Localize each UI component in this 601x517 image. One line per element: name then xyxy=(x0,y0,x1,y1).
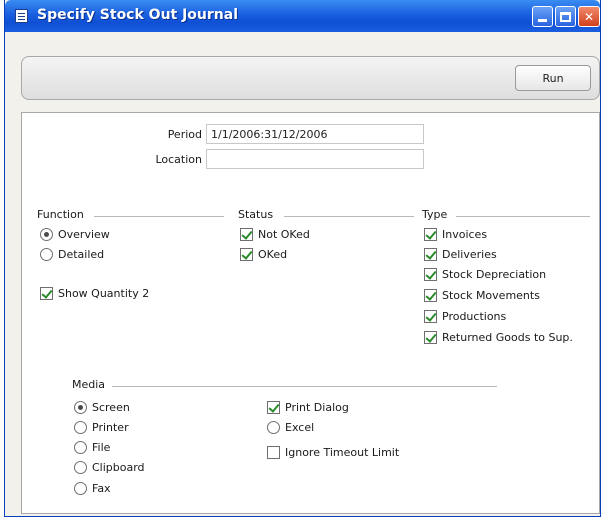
run-button[interactable]: Run xyxy=(515,65,591,91)
checkbox-checked-icon xyxy=(240,248,253,261)
option-label: Fax xyxy=(92,482,111,495)
dialog-window: Specify Stock Out Journal ✕ Run Period L… xyxy=(4,0,601,517)
type-option-invoices[interactable]: Invoices xyxy=(424,228,487,241)
option-label: Overview xyxy=(58,228,110,241)
checkbox-checked-icon xyxy=(424,310,437,323)
option-label: Excel xyxy=(285,421,315,434)
checkbox-checked-icon xyxy=(424,268,437,281)
checkbox-checked-icon xyxy=(267,401,280,414)
option-label: Show Quantity 2 xyxy=(58,287,150,300)
period-label: Period xyxy=(167,128,202,141)
status-group-title: Status xyxy=(238,208,274,221)
media-option-screen[interactable]: Screen xyxy=(74,401,130,414)
show-quantity-2-checkbox[interactable]: Show Quantity 2 xyxy=(40,287,149,300)
type-option-deliveries[interactable]: Deliveries xyxy=(424,248,497,261)
option-label: Invoices xyxy=(442,228,488,241)
maximize-icon xyxy=(560,11,571,22)
function-group-title: Function xyxy=(37,208,84,221)
close-icon: ✕ xyxy=(583,9,595,24)
option-label: OKed xyxy=(258,248,288,261)
option-label: Detailed xyxy=(58,248,105,261)
excel-radio[interactable]: Excel xyxy=(267,421,314,434)
option-label: Screen xyxy=(92,401,130,414)
option-label: Not OKed xyxy=(258,228,310,241)
media-option-printer[interactable]: Printer xyxy=(74,421,129,434)
ignore-timeout-limit-checkbox[interactable]: Ignore Timeout Limit xyxy=(267,446,399,459)
radio-icon xyxy=(74,482,87,495)
checkbox-checked-icon xyxy=(424,228,437,241)
document-icon xyxy=(15,9,28,23)
option-label: Stock Movements xyxy=(442,289,540,302)
media-option-clipboard[interactable]: Clipboard xyxy=(74,461,145,474)
radio-icon xyxy=(74,461,87,474)
media-option-file[interactable]: File xyxy=(74,441,110,454)
window-title: Specify Stock Out Journal xyxy=(37,7,239,23)
option-label: Print Dialog xyxy=(285,401,349,414)
radio-icon xyxy=(267,421,280,434)
period-field[interactable] xyxy=(206,124,424,144)
checkbox-checked-icon xyxy=(424,331,437,344)
option-label: Clipboard xyxy=(92,461,145,474)
option-label: File xyxy=(92,441,111,454)
option-label: Printer xyxy=(92,421,129,434)
type-option-productions[interactable]: Productions xyxy=(424,310,506,323)
option-label: Deliveries xyxy=(442,248,497,261)
type-group-divider xyxy=(456,216,590,217)
checkbox-icon xyxy=(267,446,280,459)
checkbox-checked-icon xyxy=(424,248,437,261)
checkbox-checked-icon xyxy=(424,289,437,302)
type-group-title: Type xyxy=(422,208,448,221)
type-option-stock-depreciation[interactable]: Stock Depreciation xyxy=(424,268,546,281)
option-label: Productions xyxy=(442,310,507,323)
checkbox-checked-icon xyxy=(240,228,253,241)
print-dialog-checkbox[interactable]: Print Dialog xyxy=(267,401,349,414)
radio-icon xyxy=(40,248,53,261)
checkbox-checked-icon xyxy=(40,287,53,300)
status-group-divider xyxy=(284,216,414,217)
radio-selected-icon xyxy=(40,228,53,241)
status-option-oked[interactable]: OKed xyxy=(240,248,287,261)
button-bar xyxy=(21,56,600,100)
specification-panel: Period Location Function Overview Detail… xyxy=(21,112,600,514)
option-label: Returned Goods to Sup. xyxy=(442,331,573,344)
type-option-stock-movements[interactable]: Stock Movements xyxy=(424,289,540,302)
option-label: Stock Depreciation xyxy=(442,268,547,281)
type-option-returned-goods[interactable]: Returned Goods to Sup. xyxy=(424,331,573,344)
minimize-button[interactable] xyxy=(532,6,553,27)
radio-icon xyxy=(74,421,87,434)
maximize-button[interactable] xyxy=(555,6,576,27)
function-option-detailed[interactable]: Detailed xyxy=(40,248,104,261)
status-option-not-oked[interactable]: Not OKed xyxy=(240,228,310,241)
location-field[interactable] xyxy=(206,149,424,169)
minimize-icon xyxy=(538,19,547,22)
media-option-fax[interactable]: Fax xyxy=(74,482,111,495)
radio-selected-icon xyxy=(74,401,87,414)
function-group-divider xyxy=(94,216,224,217)
option-label: Ignore Timeout Limit xyxy=(285,446,400,459)
title-bar[interactable]: Specify Stock Out Journal ✕ xyxy=(5,0,600,32)
location-label: Location xyxy=(155,153,202,166)
function-option-overview[interactable]: Overview xyxy=(40,228,110,241)
radio-icon xyxy=(74,441,87,454)
media-group-title: Media xyxy=(72,378,106,391)
close-button[interactable]: ✕ xyxy=(578,6,600,27)
media-group-divider xyxy=(112,386,497,387)
